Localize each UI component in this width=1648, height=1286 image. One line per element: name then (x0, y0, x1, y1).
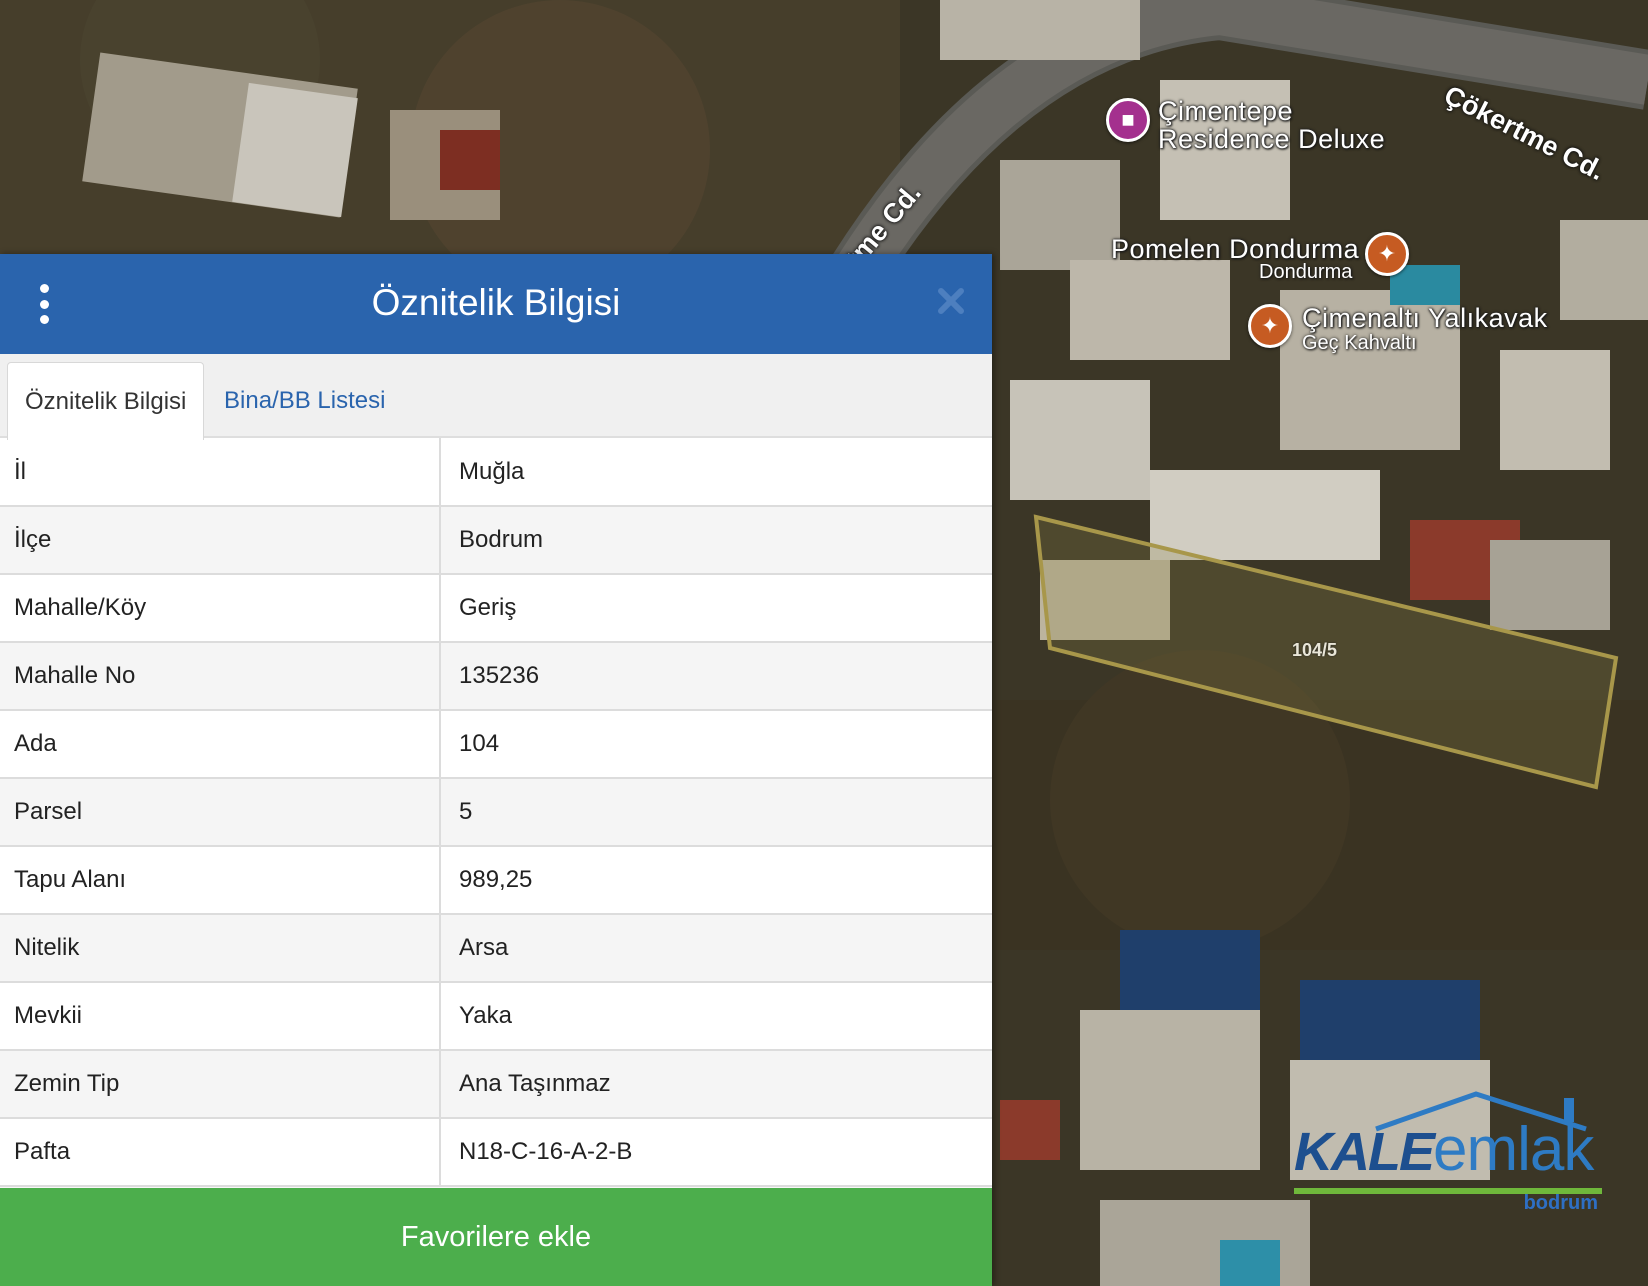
table-row: Mahalle No 135236 (0, 642, 992, 711)
attribute-panel: Öznitelik Bilgisi Öznitelik Bilgisi Bina… (0, 254, 992, 1286)
poi-label-cimenalti[interactable]: Çimenaltı Yalıkavak (1302, 305, 1548, 332)
attr-value: Ana Taşınmaz (439, 1050, 992, 1119)
attr-value: Yaka (439, 982, 992, 1051)
attr-value: Geriş (439, 574, 992, 643)
tab-bina-bb-listesi[interactable]: Bina/BB Listesi (207, 362, 402, 440)
table-row: Mahalle/Köy Geriş (0, 574, 992, 643)
attr-key: Parsel (0, 778, 440, 847)
hotel-icon[interactable]: ■ (1106, 98, 1150, 142)
add-to-favorites-button[interactable]: Favorilere ekle (0, 1188, 992, 1286)
restaurant-icon[interactable]: ✦ (1248, 304, 1292, 348)
attr-value: 104 (439, 710, 992, 779)
panel-header: Öznitelik Bilgisi (0, 254, 992, 354)
attr-value: Arsa (439, 914, 992, 983)
table-row: Zemin Tip Ana Taşınmaz (0, 1050, 992, 1119)
restaurant-icon[interactable]: ✦ (1365, 232, 1409, 276)
panel-tabs: Öznitelik Bilgisi Bina/BB Listesi (0, 354, 992, 440)
attr-value: Muğla (439, 438, 992, 507)
table-row: Ada 104 (0, 710, 992, 779)
attr-value: N18-C-16-A-2-B (439, 1118, 992, 1187)
table-row: İlçe Bodrum (0, 506, 992, 575)
close-icon[interactable] (934, 284, 968, 318)
attr-key: Tapu Alanı (0, 846, 440, 915)
attr-value: Bodrum (439, 506, 992, 575)
poi-label-pomelen[interactable]: Pomelen Dondurma (1111, 236, 1359, 263)
attr-value: 5 (439, 778, 992, 847)
poi-label-cimentepe[interactable]: Çimentepe (1158, 98, 1293, 125)
attr-value: 989,25 (439, 846, 992, 915)
table-row: Nitelik Arsa (0, 914, 992, 983)
panel-title: Öznitelik Bilgisi (371, 282, 621, 323)
poi-sublabel-pomelen: Dondurma (1259, 261, 1353, 283)
attr-key: Mevkii (0, 982, 440, 1051)
attr-value: 135236 (439, 642, 992, 711)
table-row: Pafta N18-C-16-A-2-B (0, 1118, 992, 1187)
table-row: Mevkii Yaka (0, 982, 992, 1051)
attr-key: İl (0, 438, 440, 507)
attribute-table: İl Muğla İlçe Bodrum Mahalle/Köy Geriş Maha… (0, 438, 992, 1187)
poi-label-residence[interactable]: Residence Deluxe (1158, 126, 1385, 153)
attr-key: Ada (0, 710, 440, 779)
attr-key: Mahalle No (0, 642, 440, 711)
tab-oznitelik-bilgisi[interactable]: Öznitelik Bilgisi (7, 362, 205, 440)
table-row: İl Muğla (0, 438, 992, 507)
table-row: Parsel 5 (0, 778, 992, 847)
attr-key: Nitelik (0, 914, 440, 983)
attr-key: Pafta (0, 1118, 440, 1187)
poi-sublabel-cimenalti: Geç Kahvaltı (1302, 332, 1417, 354)
attr-key: Mahalle/Köy (0, 574, 440, 643)
kale-emlak-logo: KALEemlak bodrum (1286, 1084, 1612, 1214)
attr-key: Zemin Tip (0, 1050, 440, 1119)
table-row: Tapu Alanı 989,25 (0, 846, 992, 915)
attr-key: İlçe (0, 506, 440, 575)
parcel-label[interactable]: 104/5 (1292, 640, 1337, 661)
